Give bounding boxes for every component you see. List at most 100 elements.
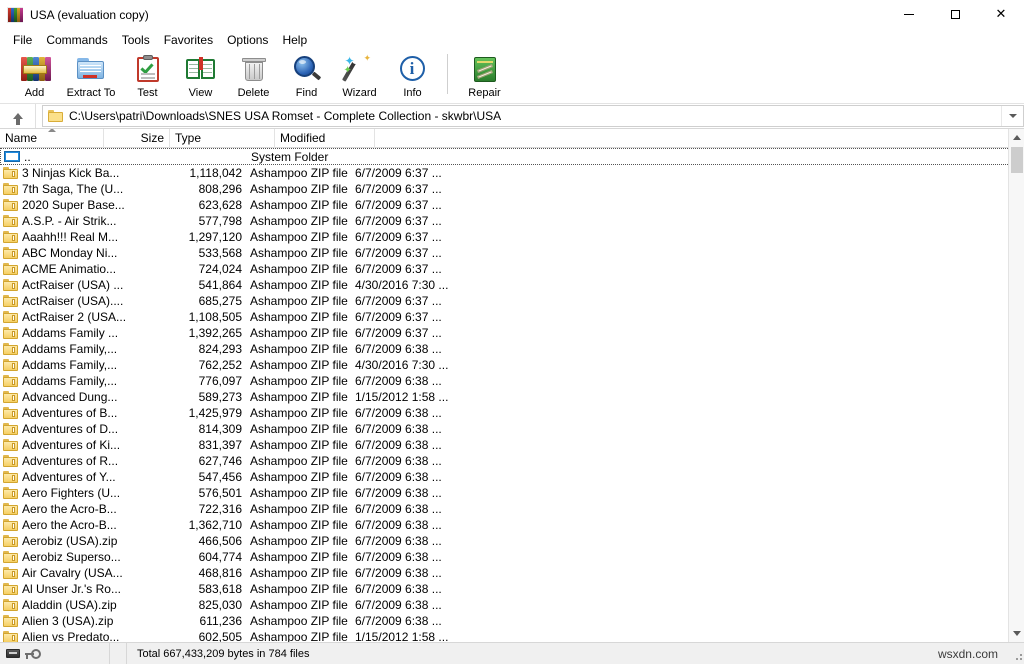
file-name: Advanced Dung... xyxy=(22,390,117,404)
table-row[interactable]: Adventures of Y...547,456Ashampoo ZIP fi… xyxy=(0,469,1024,485)
cell-size: 611,236 xyxy=(170,614,248,628)
add-button[interactable]: Add xyxy=(8,52,61,102)
table-row[interactable]: ActRaiser (USA)....685,275Ashampoo ZIP f… xyxy=(0,293,1024,309)
column-header-name[interactable]: Name xyxy=(0,129,104,148)
menu-item-options[interactable]: Options xyxy=(220,31,275,49)
table-row[interactable]: ABC Monday Ni...533,568Ashampoo ZIP file… xyxy=(0,245,1024,261)
vertical-scrollbar[interactable] xyxy=(1008,129,1024,642)
cell-size: 808,296 xyxy=(170,182,248,196)
column-header-type[interactable]: Type xyxy=(170,129,275,148)
cell-modified: 6/7/2009 6:37 ... xyxy=(353,310,453,324)
table-row[interactable]: Aladdin (USA).zip825,030Ashampoo ZIP fil… xyxy=(0,597,1024,613)
menu-item-favorites[interactable]: Favorites xyxy=(157,31,220,49)
scroll-down-button[interactable] xyxy=(1009,625,1024,642)
repair-button[interactable]: Repair xyxy=(458,52,511,102)
path-field[interactable]: C:\Users\patri\Downloads\SNES USA Romset… xyxy=(42,105,1024,127)
column-header-modified[interactable]: Modified xyxy=(275,129,375,148)
table-row[interactable]: A.S.P. - Air Strik...577,798Ashampoo ZIP… xyxy=(0,213,1024,229)
key-icon[interactable] xyxy=(25,649,41,659)
cell-modified: 6/7/2009 6:38 ... xyxy=(353,422,453,436)
table-row[interactable]: 2020 Super Base...623,628Ashampoo ZIP fi… xyxy=(0,197,1024,213)
table-row[interactable]: Air Cavalry (USA...468,816Ashampoo ZIP f… xyxy=(0,565,1024,581)
disk-icon[interactable] xyxy=(6,649,20,658)
table-row[interactable]: Aero the Acro-B...1,362,710Ashampoo ZIP … xyxy=(0,517,1024,533)
table-row[interactable]: Addams Family,...776,097Ashampoo ZIP fil… xyxy=(0,373,1024,389)
table-row[interactable]: 7th Saga, The (U...808,296Ashampoo ZIP f… xyxy=(0,181,1024,197)
table-row[interactable]: ActRaiser (USA) ...541,864Ashampoo ZIP f… xyxy=(0,277,1024,293)
menu-item-file[interactable]: File xyxy=(6,31,39,49)
file-name: Adventures of D... xyxy=(22,422,118,436)
zip-folder-icon xyxy=(3,359,18,371)
scrollbar-track[interactable] xyxy=(1009,173,1024,625)
up-one-level-button[interactable] xyxy=(0,104,36,128)
path-dropdown-button[interactable] xyxy=(1001,106,1023,126)
column-header-modified-label: Modified xyxy=(280,131,325,145)
table-row[interactable]: Adventures of D...814,309Ashampoo ZIP fi… xyxy=(0,421,1024,437)
table-row[interactable]: Aerobiz (USA).zip466,506Ashampoo ZIP fil… xyxy=(0,533,1024,549)
status-icons xyxy=(0,643,110,664)
zip-folder-icon xyxy=(3,231,18,243)
cell-size: 576,501 xyxy=(170,486,248,500)
cell-type: Ashampoo ZIP file xyxy=(248,502,353,516)
column-header-size-label: Size xyxy=(141,131,164,145)
cell-modified: 6/7/2009 6:38 ... xyxy=(353,342,453,356)
wizard-button[interactable]: ✦✦✦ Wizard xyxy=(333,52,386,102)
cell-name: 7th Saga, The (U... xyxy=(0,182,170,196)
close-icon: ✕ xyxy=(996,8,1007,21)
scroll-down-icon xyxy=(1013,631,1021,636)
table-row[interactable]: Aero the Acro-B...722,316Ashampoo ZIP fi… xyxy=(0,501,1024,517)
menu-item-help[interactable]: Help xyxy=(275,31,314,49)
zip-folder-icon xyxy=(3,375,18,387)
table-row[interactable]: ActRaiser 2 (USA...1,108,505Ashampoo ZIP… xyxy=(0,309,1024,325)
column-header-size[interactable]: Size xyxy=(104,129,170,148)
table-row[interactable]: Al Unser Jr.'s Ro...583,618Ashampoo ZIP … xyxy=(0,581,1024,597)
table-row[interactable]: Alien vs Predato...602,505Ashampoo ZIP f… xyxy=(0,629,1024,642)
cell-name: Aero the Acro-B... xyxy=(0,518,170,532)
menu-item-tools[interactable]: Tools xyxy=(115,31,157,49)
info-button[interactable]: i Info xyxy=(386,52,439,102)
table-row[interactable]: Aerobiz Superso...604,774Ashampoo ZIP fi… xyxy=(0,549,1024,565)
menu-item-commands[interactable]: Commands xyxy=(39,31,114,49)
table-row[interactable]: Alien 3 (USA).zip611,236Ashampoo ZIP fil… xyxy=(0,613,1024,629)
close-button[interactable]: ✕ xyxy=(978,0,1024,30)
parent-folder-row[interactable]: ..System Folder xyxy=(0,148,1024,165)
file-name: Adventures of B... xyxy=(22,406,117,420)
cell-type: Ashampoo ZIP file xyxy=(248,198,353,212)
cell-name: Adventures of Ki... xyxy=(0,438,170,452)
table-row[interactable]: Addams Family,...824,293Ashampoo ZIP fil… xyxy=(0,341,1024,357)
find-button[interactable]: Find xyxy=(280,52,333,102)
cell-modified: 6/7/2009 6:38 ... xyxy=(353,550,453,564)
table-row[interactable]: Advanced Dung...589,273Ashampoo ZIP file… xyxy=(0,389,1024,405)
delete-button[interactable]: Delete xyxy=(227,52,280,102)
table-row[interactable]: Addams Family ...1,392,265Ashampoo ZIP f… xyxy=(0,325,1024,341)
table-row[interactable]: 3 Ninjas Kick Ba...1,118,042Ashampoo ZIP… xyxy=(0,165,1024,181)
cell-type: Ashampoo ZIP file xyxy=(248,358,353,372)
table-row[interactable]: Aaahh!!! Real M...1,297,120Ashampoo ZIP … xyxy=(0,229,1024,245)
file-name: Aerobiz Superso... xyxy=(22,550,121,564)
scrollbar-thumb[interactable] xyxy=(1011,147,1023,173)
test-button[interactable]: Test xyxy=(121,52,174,102)
title-bar: USA (evaluation copy) ✕ xyxy=(0,0,1024,30)
cell-type: Ashampoo ZIP file xyxy=(248,422,353,436)
minimize-button[interactable] xyxy=(886,0,932,30)
table-row[interactable]: Adventures of R...627,746Ashampoo ZIP fi… xyxy=(0,453,1024,469)
scroll-up-button[interactable] xyxy=(1009,129,1024,146)
table-row[interactable]: Addams Family,...762,252Ashampoo ZIP fil… xyxy=(0,357,1024,373)
file-name: Aero the Acro-B... xyxy=(22,502,117,516)
zip-folder-icon xyxy=(3,455,18,467)
cell-size: 685,275 xyxy=(170,294,248,308)
repair-book-icon xyxy=(469,54,501,84)
cell-modified: 6/7/2009 6:37 ... xyxy=(353,246,453,260)
table-row[interactable]: ACME Animatio...724,024Ashampoo ZIP file… xyxy=(0,261,1024,277)
cell-name: Alien 3 (USA).zip xyxy=(0,614,170,628)
view-button[interactable]: View xyxy=(174,52,227,102)
cell-name: Adventures of Y... xyxy=(0,470,170,484)
file-name: Addams Family ... xyxy=(22,326,118,340)
extract-to-button[interactable]: Extract To xyxy=(61,52,121,102)
table-row[interactable]: Adventures of Ki...831,397Ashampoo ZIP f… xyxy=(0,437,1024,453)
table-row[interactable]: Adventures of B...1,425,979Ashampoo ZIP … xyxy=(0,405,1024,421)
maximize-button[interactable] xyxy=(932,0,978,30)
resize-grip[interactable] xyxy=(1010,648,1022,660)
table-row[interactable]: Aero Fighters (U...576,501Ashampoo ZIP f… xyxy=(0,485,1024,501)
cell-size: 602,505 xyxy=(170,630,248,642)
